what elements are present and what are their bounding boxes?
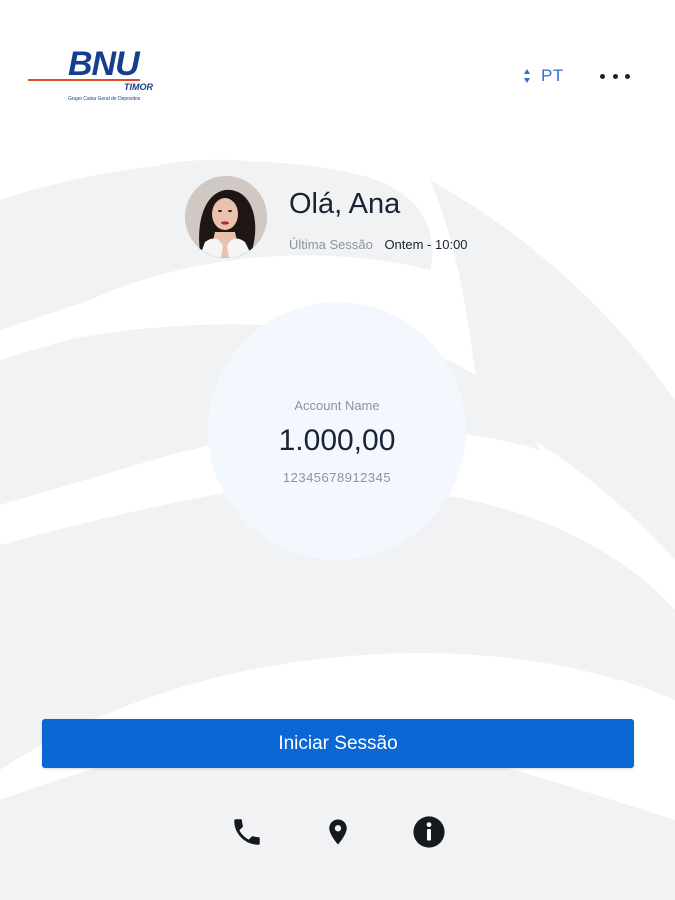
last-session-label: Última Sessão [289,237,373,252]
account-name: Account Name [294,398,380,413]
bnu-logo: BNU TIMOR Grupo Caixa Geral de Depositos [28,44,178,108]
language-code: PT [541,66,564,85]
phone-icon[interactable] [229,814,265,850]
location-pin-icon[interactable] [320,814,356,850]
language-selector[interactable]: PT [523,64,564,88]
account-balance: 1.000,00 [278,424,396,457]
logo-group-text: Grupo Caixa Geral de Depositos [68,96,141,102]
last-session-value: Ontem - 10:00 [384,237,468,252]
more-horizontal-icon-dot [600,73,605,79]
logo-wordmark: BNU [68,45,140,83]
info-icon[interactable] [411,814,447,850]
logo-subtitle: TIMOR [124,82,153,92]
account-balance-card: Account Name 1.000,00 12345678912345 [208,302,466,560]
login-button[interactable]: Iniciar Sessão [42,719,634,768]
avatar [185,176,267,258]
account-number: 12345678912345 [282,470,392,485]
sort-arrows-icon [523,66,531,86]
more-menu-button[interactable] [600,66,630,86]
more-horizontal-icon-dot [625,73,630,79]
greeting-text: Olá, Ana [289,188,401,220]
last-session-info: Última Sessão Ontem - 10:00 [289,237,468,252]
more-horizontal-icon-dot [612,73,618,79]
